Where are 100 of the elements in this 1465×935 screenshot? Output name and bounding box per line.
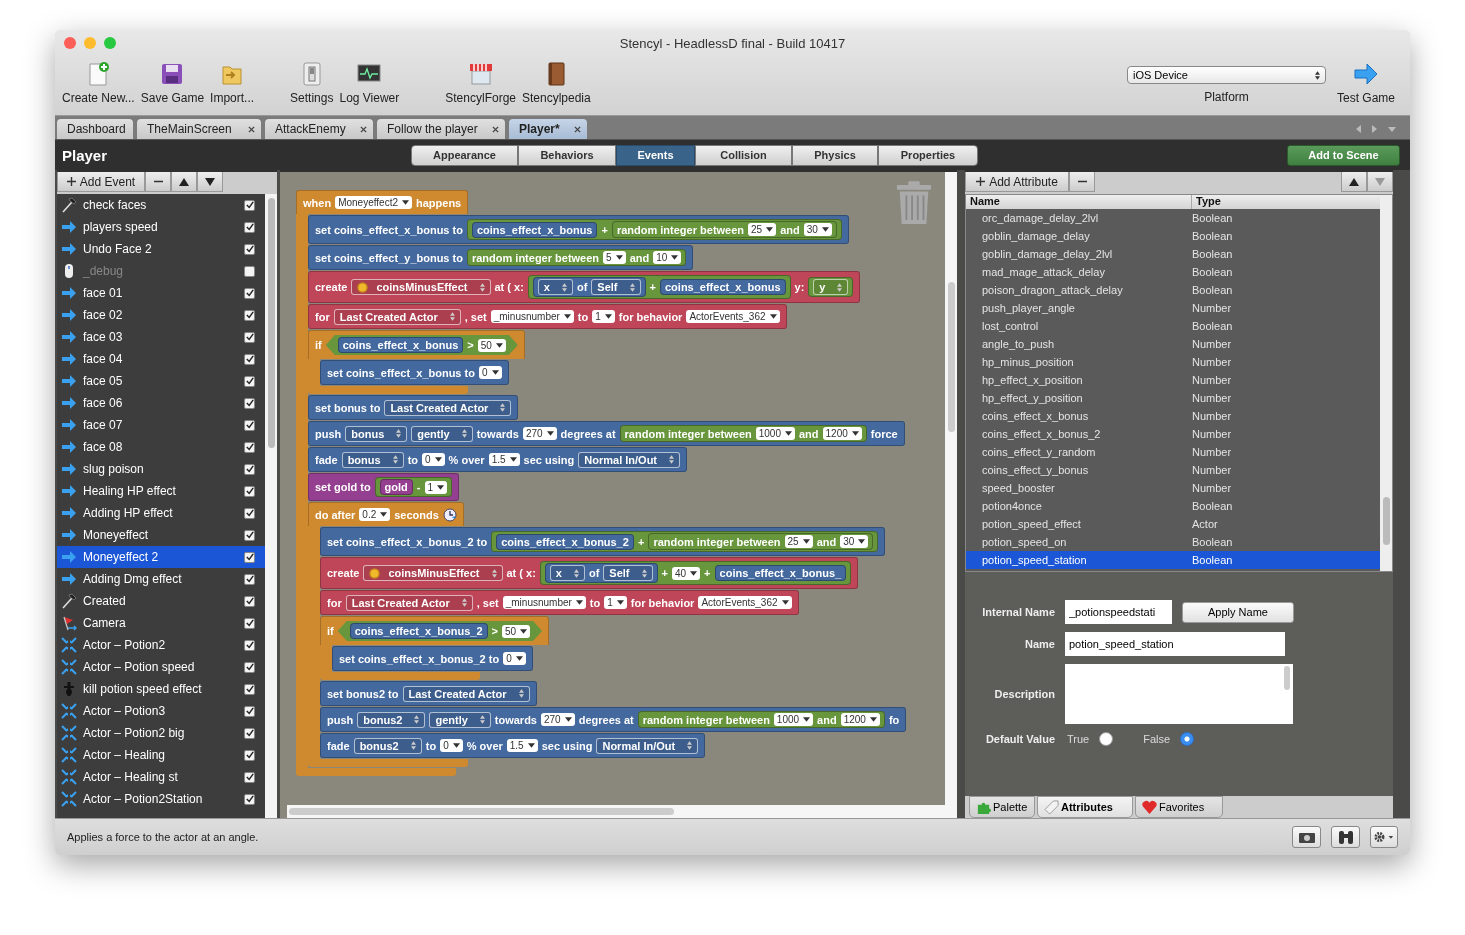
event-item[interactable]: face 05 bbox=[57, 370, 265, 392]
dropdown[interactable]: _minusnumber bbox=[490, 310, 574, 323]
attribute-row[interactable]: lost_control Boolean bbox=[966, 317, 1380, 335]
chooser-field[interactable]: coinsMinusEffect bbox=[351, 279, 491, 295]
dropdown[interactable]: 1 bbox=[424, 480, 448, 494]
document-tab[interactable]: Follow the player bbox=[377, 119, 505, 139]
toolbar-button[interactable]: Log Viewer bbox=[336, 61, 403, 105]
value-block[interactable]: coins_effect_x_bonus bbox=[337, 337, 464, 353]
action-block[interactable]: fade bonus2 to 0 % over 1.5 sec using Normal In/Out bbox=[320, 733, 706, 758]
action-block[interactable]: push bonus2 gently towards 270 degrees at random integer between 1000 and 1200 fo bbox=[320, 707, 907, 732]
attribute-row[interactable]: hp_effect_x_position Number bbox=[966, 371, 1380, 389]
chooser-field[interactable]: Last Created Actor bbox=[333, 308, 461, 325]
checkbox[interactable] bbox=[244, 485, 255, 497]
attribute-row[interactable]: potion_speed_effect Actor bbox=[966, 515, 1380, 533]
chooser-field[interactable]: Last Created Actor bbox=[345, 594, 473, 611]
close-icon[interactable] bbox=[248, 125, 255, 133]
dropdown[interactable]: 25 bbox=[748, 223, 777, 236]
close-icon[interactable] bbox=[492, 125, 499, 133]
checkbox[interactable] bbox=[244, 243, 255, 255]
attribute-row[interactable]: poison_dragon_attack_delay Boolean bbox=[966, 281, 1380, 299]
checkbox[interactable] bbox=[244, 573, 255, 585]
panel-tab[interactable]: Attributes bbox=[1037, 796, 1133, 818]
apply-name-button[interactable]: Apply Name bbox=[1182, 601, 1294, 623]
event-item[interactable]: check faces bbox=[57, 194, 265, 216]
math-block[interactable]: y bbox=[808, 277, 854, 297]
checkbox[interactable] bbox=[244, 551, 255, 563]
checkbox[interactable] bbox=[244, 287, 255, 299]
action-block[interactable]: set bonus to Last Created Actor bbox=[308, 395, 519, 420]
dropdown[interactable]: 0 bbox=[478, 366, 502, 379]
dropdown[interactable]: 0 bbox=[440, 739, 463, 752]
description-field[interactable] bbox=[1065, 664, 1293, 724]
radio-button[interactable] bbox=[1180, 732, 1195, 746]
actor-block[interactable]: for Last Created Actor , set _minusnumber to 1 for behavior ActorEvents_362 bbox=[308, 304, 787, 329]
toolbar-button[interactable]: StencylForge bbox=[442, 61, 519, 105]
chooser-field[interactable]: bonus2 bbox=[353, 737, 422, 754]
condition-block[interactable]: coins_effect_x_bonus_2 > 50 bbox=[337, 621, 543, 641]
checkbox[interactable] bbox=[244, 727, 255, 739]
checkbox[interactable] bbox=[244, 793, 255, 805]
action-block[interactable]: set coins_effect_x_bonus_2 to coins_effect_x_bonus_2 + random integer between 25 and 30 bbox=[320, 527, 886, 556]
checkbox[interactable] bbox=[244, 463, 255, 475]
dropdown[interactable]: ActorEvents_362 bbox=[686, 310, 780, 323]
math-block[interactable]: gold - 1 bbox=[374, 477, 453, 497]
dropdown[interactable]: 10 bbox=[653, 251, 682, 264]
close-icon[interactable] bbox=[360, 125, 367, 133]
document-tab[interactable]: Dashboard bbox=[57, 119, 133, 139]
event-item[interactable]: Actor – Potion speed bbox=[57, 656, 265, 678]
math-block[interactable]: random integer between 25 and 30 bbox=[648, 533, 874, 550]
scrollbar[interactable] bbox=[1380, 195, 1392, 571]
dropdown[interactable]: 5 bbox=[603, 251, 626, 264]
event-item[interactable]: kill potion speed effect bbox=[57, 678, 265, 700]
dropdown[interactable]: 1 bbox=[604, 596, 627, 609]
value-block[interactable]: gold bbox=[379, 479, 413, 495]
event-item[interactable]: Undo Face 2 bbox=[57, 238, 265, 260]
attribute-row[interactable]: goblin_damage_delay_2lvl Boolean bbox=[966, 245, 1380, 263]
event-item[interactable]: face 02 bbox=[57, 304, 265, 326]
event-item[interactable]: Actor – Potion2Station bbox=[57, 788, 265, 810]
document-tab[interactable]: TheMainScreen bbox=[137, 119, 261, 139]
close-icon[interactable] bbox=[574, 125, 581, 133]
math-block[interactable]: random integer between 25 and 30 bbox=[611, 221, 837, 238]
dropdown[interactable]: 50 bbox=[501, 624, 531, 638]
attribute-row[interactable]: push_player_angle Number bbox=[966, 299, 1380, 317]
chooser-field[interactable]: Normal In/Out bbox=[596, 737, 699, 754]
attribute-row[interactable]: coins_effect_y_random Number bbox=[966, 443, 1380, 461]
value-block[interactable]: x of Self bbox=[544, 563, 658, 583]
math-block[interactable]: coins_effect_x_bonus + random integer between 25 and 30 bbox=[466, 219, 842, 240]
event-item[interactable]: Actor – Potion3 bbox=[57, 700, 265, 722]
camera-button[interactable] bbox=[1292, 826, 1321, 848]
column-header[interactable]: Type bbox=[1192, 195, 1221, 209]
value-block[interactable]: coins_effect_x_bonus bbox=[660, 279, 786, 295]
checkbox[interactable] bbox=[244, 661, 255, 673]
dropdown[interactable]: Moneyeffect2 bbox=[335, 196, 412, 209]
checkbox[interactable] bbox=[244, 441, 255, 453]
event-item[interactable]: Actor – Potion2 bbox=[57, 634, 265, 656]
action-block[interactable]: set coins_effect_y_bonus to random integer between 5 and 10 bbox=[308, 245, 694, 270]
column-header[interactable]: Name bbox=[966, 195, 1192, 209]
event-item[interactable]: Actor – Healing bbox=[57, 744, 265, 766]
event-item[interactable]: face 01 bbox=[57, 282, 265, 304]
action-block[interactable]: push bonus gently towards 270 degrees at random integer between 1000 and 1200 force bbox=[308, 421, 905, 446]
dropdown[interactable]: 1000 bbox=[773, 713, 814, 726]
event-item[interactable]: slug poison bbox=[57, 458, 265, 480]
event-item[interactable]: Camera bbox=[57, 612, 265, 634]
attribute-row[interactable]: angle_to_push Number bbox=[966, 335, 1380, 353]
event-item[interactable]: Created bbox=[57, 590, 265, 612]
checkbox[interactable] bbox=[244, 617, 255, 629]
chooser-field[interactable]: bonus bbox=[345, 425, 408, 442]
value-block[interactable]: coins_effect_x_bonus_2 bbox=[496, 533, 634, 550]
panel-tab[interactable]: Palette bbox=[969, 796, 1035, 818]
attribute-row[interactable]: potion4once Boolean bbox=[966, 497, 1380, 515]
actor-block[interactable]: create coinsMinusEffect at ( x: x of Self + 40 + coins_effect_x_bonus_ bbox=[320, 557, 859, 589]
test-game-button[interactable]: Test Game bbox=[1333, 61, 1398, 105]
view-tab[interactable]: Properties bbox=[878, 144, 978, 166]
move-up-button[interactable] bbox=[171, 172, 197, 192]
attribute-row[interactable]: coins_effect_x_bonus Number bbox=[966, 407, 1380, 425]
dropdown[interactable]: 1 bbox=[592, 310, 615, 323]
dropdown[interactable]: 0.2 bbox=[359, 508, 391, 521]
attribute-row[interactable]: potion_speed_station Boolean bbox=[966, 551, 1380, 569]
chooser-field[interactable]: Self bbox=[591, 279, 641, 295]
event-item[interactable]: Moneyeffect bbox=[57, 524, 265, 546]
dropdown[interactable]: _minusnumber bbox=[502, 596, 586, 609]
math-block[interactable]: random integer between 5 and 10 bbox=[466, 249, 687, 266]
